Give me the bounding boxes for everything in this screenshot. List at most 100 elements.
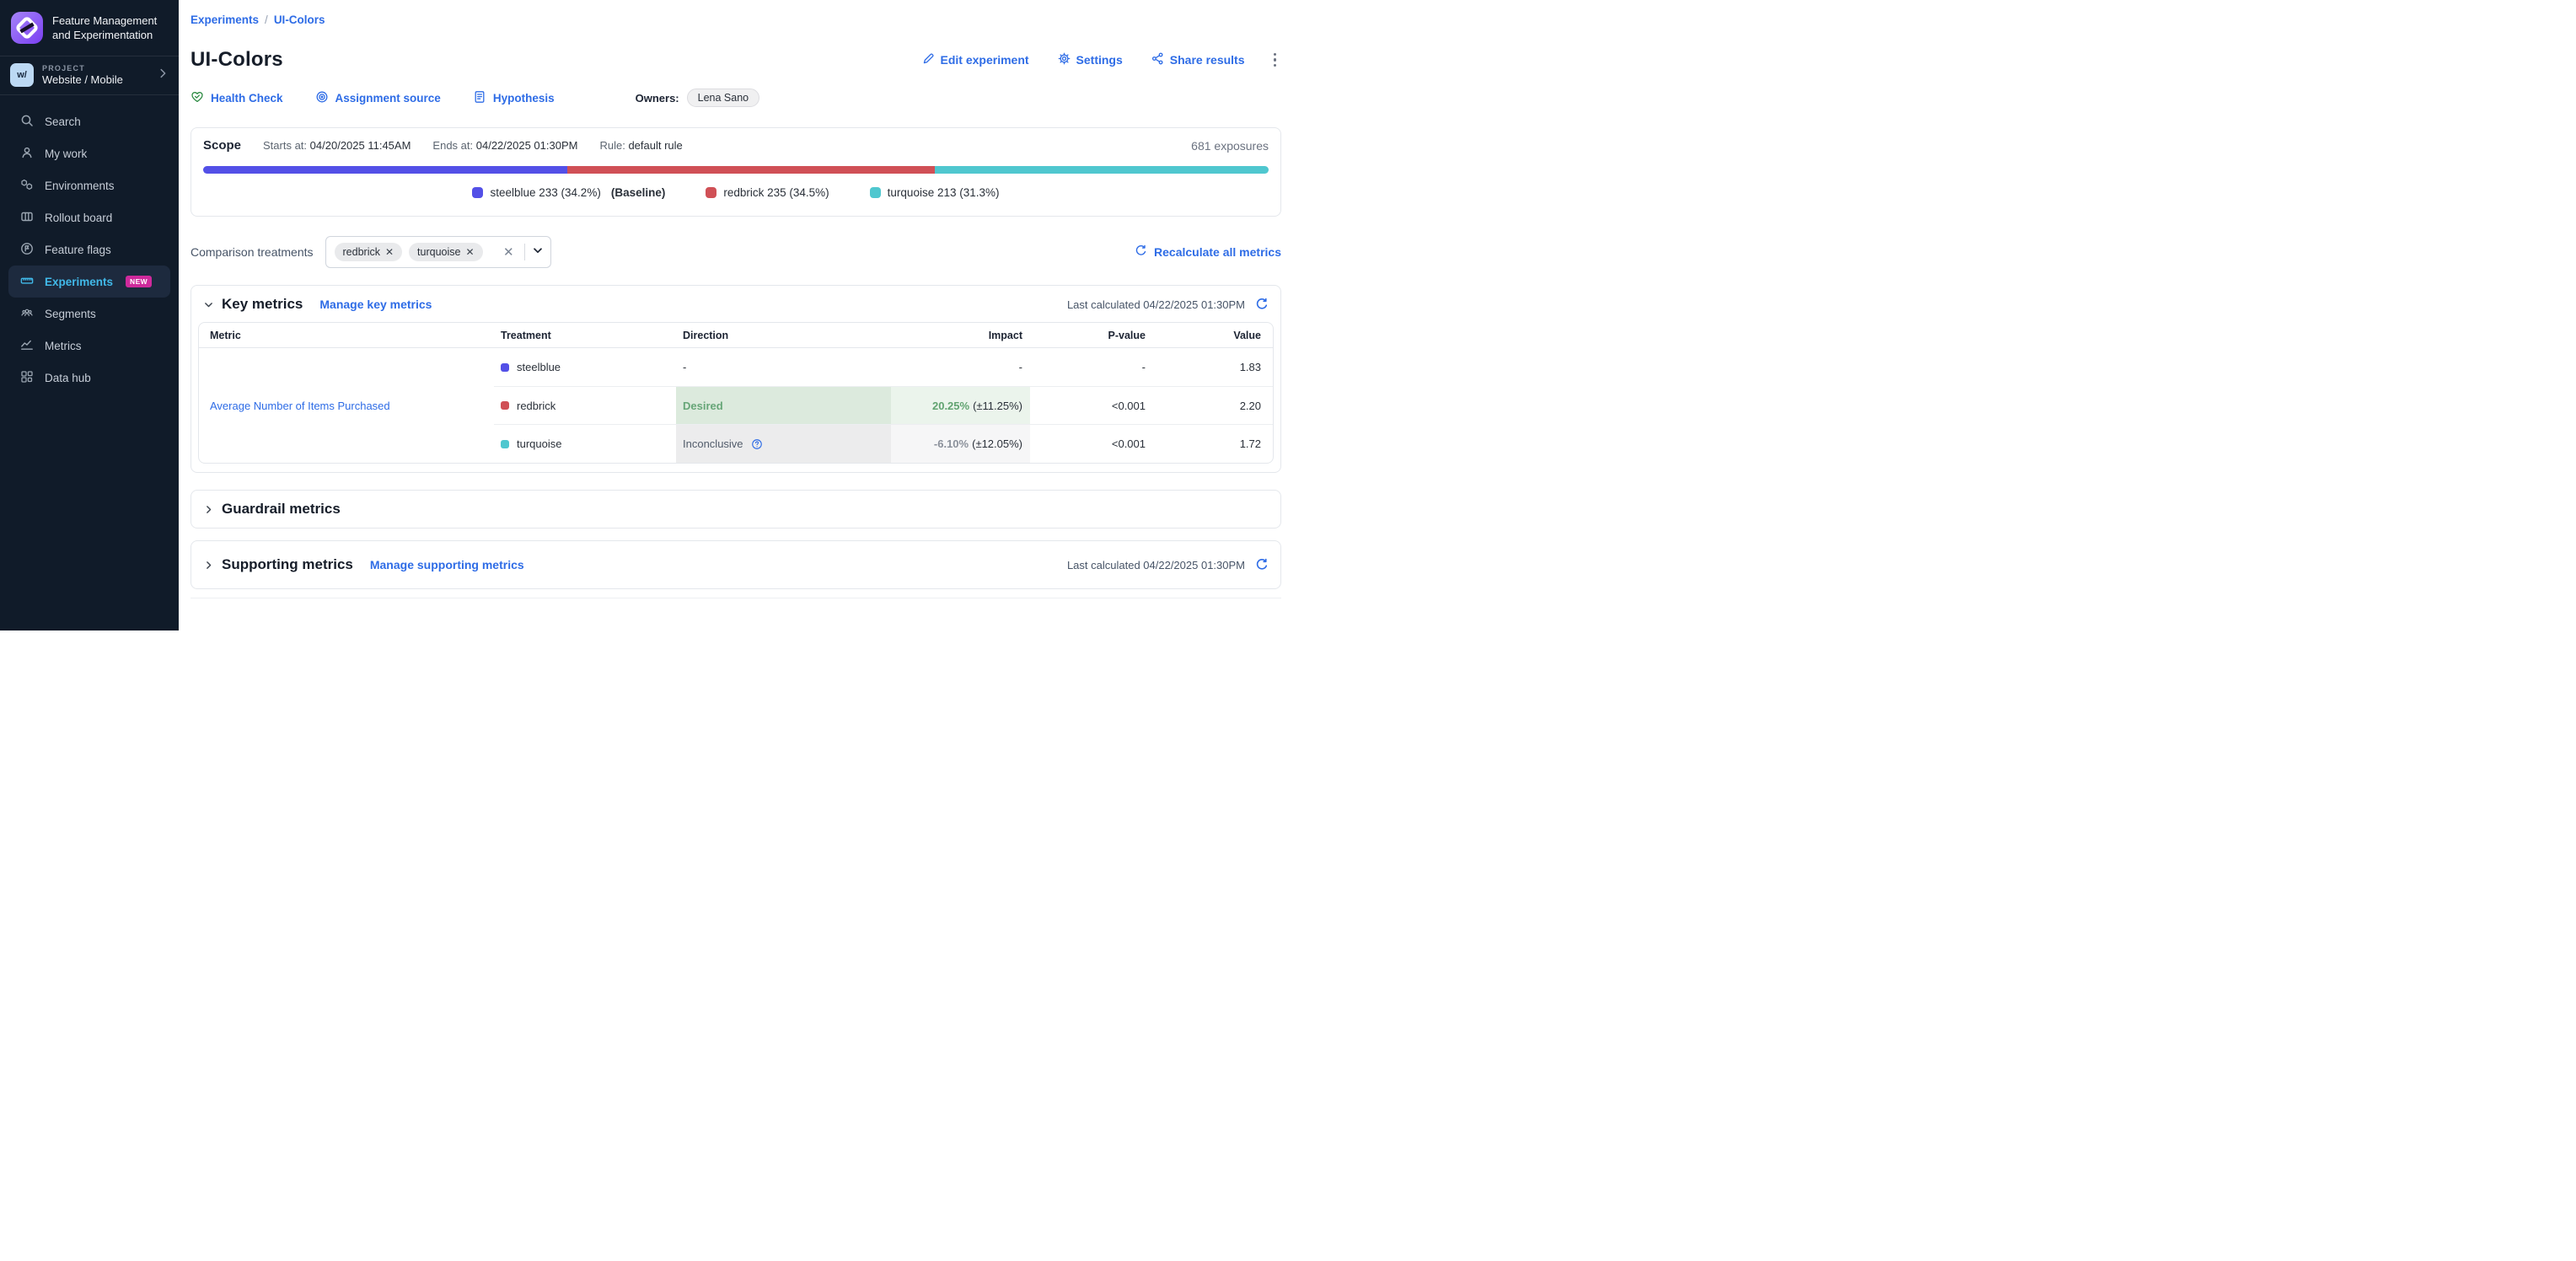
clear-selection-icon[interactable]: ✕ xyxy=(500,244,518,260)
remove-chip-icon[interactable]: ✕ xyxy=(385,246,394,258)
guardrail-metrics-section: Guardrail metrics xyxy=(191,490,1281,529)
settings-button[interactable]: Settings xyxy=(1058,52,1123,67)
sidebar-item-rollout-board[interactable]: Rollout board xyxy=(8,201,170,233)
breadcrumb-experiments-link[interactable]: Experiments xyxy=(191,13,259,26)
sidebar-item-feature-flags[interactable]: Feature flags xyxy=(8,233,170,266)
sidebar: Feature Management and Experimentation w… xyxy=(0,0,179,630)
edit-experiment-button[interactable]: Edit experiment xyxy=(922,52,1029,67)
share-icon xyxy=(1151,52,1164,67)
metric-cell: Average Number of Items Purchased xyxy=(199,348,494,463)
project-switcher[interactable]: w/ PROJECT Website / Mobile xyxy=(0,56,179,95)
supporting-metrics-section: Supporting metrics Manage supporting met… xyxy=(191,540,1281,589)
page-title: UI-Colors xyxy=(191,48,283,72)
grid-squares-icon xyxy=(20,370,34,386)
p-value-cell: <0.001 xyxy=(1030,386,1159,424)
legend-item-redbrick: redbrick 235 (34.5%) xyxy=(706,186,829,199)
scope-rule: Rule: default rule xyxy=(599,139,682,152)
metric-name-link[interactable]: Average Number of Items Purchased xyxy=(210,400,390,412)
sidebar-item-search[interactable]: Search xyxy=(8,105,170,137)
key-metrics-title: Key metrics xyxy=(222,296,303,313)
impact-cell: 20.25% (±11.25%) xyxy=(891,386,1030,424)
share-results-button[interactable]: Share results xyxy=(1151,52,1245,67)
column-header-impact: Impact xyxy=(891,323,1030,348)
steelblue-swatch xyxy=(472,187,483,198)
sidebar-item-metrics[interactable]: Metrics xyxy=(8,330,170,362)
app-title: Feature Management and Experimentation xyxy=(52,13,157,42)
sidebar-nav: Search My work Environments Rollout boar… xyxy=(0,105,179,394)
distribution-segment-turquoise xyxy=(935,166,1269,174)
chevron-right-icon xyxy=(157,67,169,83)
column-header-p-value: P-value xyxy=(1030,323,1159,348)
owners: Owners: Lena Sano xyxy=(636,89,760,107)
select-divider xyxy=(524,244,525,260)
health-check-link[interactable]: Health Check xyxy=(191,90,283,106)
column-header-metric: Metric xyxy=(199,323,494,348)
owner-pill[interactable]: Lena Sano xyxy=(687,89,759,107)
guardrail-metrics-title: Guardrail metrics xyxy=(222,501,341,518)
sidebar-item-segments[interactable]: Segments xyxy=(8,298,170,330)
direction-cell: Desired xyxy=(676,386,891,424)
sidebar-item-environments[interactable]: Environments xyxy=(8,169,170,201)
p-value-cell: <0.001 xyxy=(1030,424,1159,463)
line-chart-icon xyxy=(20,338,34,354)
scope-title: Scope xyxy=(203,138,241,153)
main-content: Experiments / UI-Colors UI-Colors Edit e… xyxy=(179,0,1288,630)
manage-supporting-metrics-link[interactable]: Manage supporting metrics xyxy=(370,558,524,571)
people-group-icon xyxy=(20,306,34,322)
direction-cell: - xyxy=(676,348,891,386)
collapse-chevron-down-icon[interactable] xyxy=(203,299,214,310)
document-icon xyxy=(473,90,486,106)
legend-item-turquoise: turquoise 213 (31.3%) xyxy=(870,186,1000,199)
manage-key-metrics-link[interactable]: Manage key metrics xyxy=(319,298,432,311)
treatment-cell-turquoise: turquoise xyxy=(494,424,676,463)
remove-chip-icon[interactable]: ✕ xyxy=(465,246,474,258)
turquoise-swatch xyxy=(501,440,509,448)
chevron-down-icon[interactable] xyxy=(532,244,544,260)
distribution-legend: steelblue 233 (34.2%) (Baseline) redbric… xyxy=(203,186,1269,199)
project-name: Website / Mobile xyxy=(42,73,148,86)
expand-chevron-right-icon[interactable] xyxy=(203,504,214,515)
treatment-cell-steelblue: steelblue xyxy=(494,348,676,386)
legend-item-steelblue: steelblue 233 (34.2%) (Baseline) xyxy=(472,186,665,199)
ruler-icon xyxy=(20,274,34,290)
person-icon xyxy=(20,146,34,162)
scope-starts: Starts at: 04/20/2025 11:45AM xyxy=(263,139,411,152)
distribution-segment-redbrick xyxy=(567,166,935,174)
chip-redbrick[interactable]: redbrick ✕ xyxy=(335,243,403,261)
impact-cell: - xyxy=(891,348,1030,386)
redbrick-swatch xyxy=(706,187,716,198)
target-icon xyxy=(315,90,329,106)
expand-chevron-right-icon[interactable] xyxy=(203,560,214,571)
sidebar-item-experiments[interactable]: Experiments NEW xyxy=(8,266,170,298)
header-actions: Edit experiment Settings Share results xyxy=(922,50,1281,71)
treatment-distribution-bar xyxy=(203,166,1269,174)
project-badge: w/ xyxy=(10,63,34,87)
scope-ends: Ends at: 04/22/2025 01:30PM xyxy=(432,139,577,152)
treatments-multiselect[interactable]: redbrick ✕ turquoise ✕ ✕ xyxy=(325,236,551,268)
hypothesis-link[interactable]: Hypothesis xyxy=(473,90,555,106)
more-options-kebab-icon[interactable] xyxy=(1269,50,1282,71)
breadcrumb-current-link[interactable]: UI-Colors xyxy=(274,13,325,26)
project-label: PROJECT xyxy=(42,64,148,72)
steelblue-swatch xyxy=(501,363,509,372)
refresh-icon[interactable] xyxy=(1255,298,1269,311)
new-badge: NEW xyxy=(126,276,152,287)
split-logo-icon xyxy=(10,11,44,45)
breadcrumb-separator: / xyxy=(265,13,268,26)
quick-links-row: Health Check Assignment source Hypothesi… xyxy=(191,89,1281,107)
column-header-direction: Direction xyxy=(676,323,891,348)
sidebar-item-data-hub[interactable]: Data hub xyxy=(8,362,170,394)
assignment-source-link[interactable]: Assignment source xyxy=(315,90,441,106)
column-header-treatment: Treatment xyxy=(494,323,676,348)
refresh-icon xyxy=(1135,244,1147,260)
direction-cell: Inconclusive xyxy=(676,424,891,463)
refresh-icon[interactable] xyxy=(1255,558,1269,571)
sidebar-item-my-work[interactable]: My work xyxy=(8,137,170,169)
help-question-icon[interactable] xyxy=(751,438,763,450)
chip-turquoise[interactable]: turquoise ✕ xyxy=(409,243,483,261)
recalculate-all-metrics-button[interactable]: Recalculate all metrics xyxy=(1135,244,1281,260)
board-columns-icon xyxy=(20,210,34,226)
distribution-segment-steelblue xyxy=(203,166,567,174)
owners-label: Owners: xyxy=(636,92,679,105)
key-metrics-section: Key metrics Manage key metrics Last calc… xyxy=(191,285,1281,473)
